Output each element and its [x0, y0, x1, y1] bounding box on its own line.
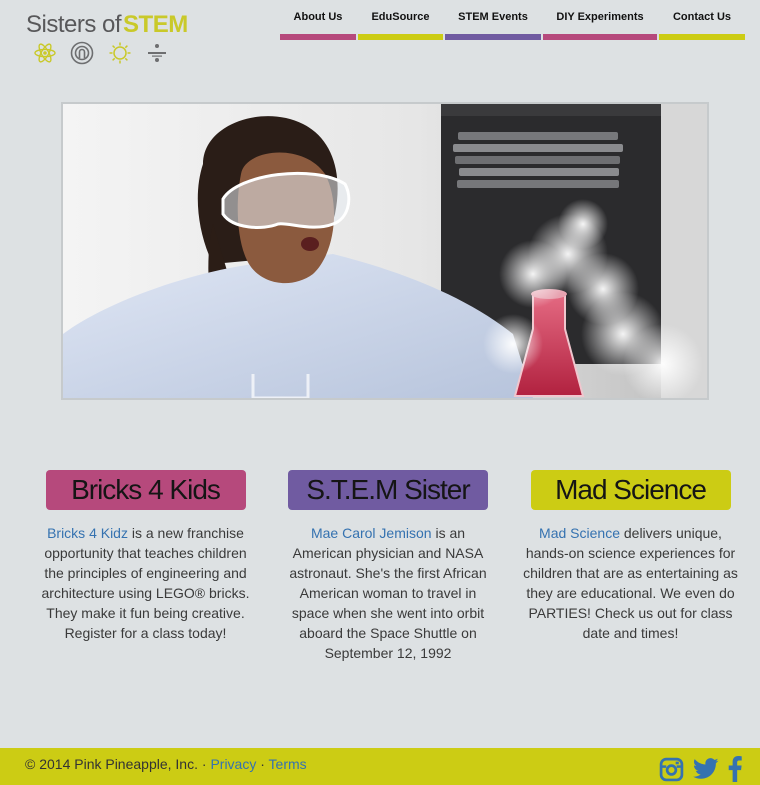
social-links	[659, 756, 742, 782]
card-text-stem-sister: Mae Carol Jemison is an American physici…	[281, 523, 496, 663]
mad-science-link[interactable]: Mad Science	[539, 525, 620, 541]
card-description: is a new franchise opportunity that teac…	[41, 525, 250, 641]
instagram-icon[interactable]	[659, 757, 684, 782]
card-title-mad-science[interactable]: Mad Science	[530, 470, 731, 510]
card-description: is an American physician and NASA astron…	[289, 525, 487, 661]
terms-link[interactable]: Terms	[269, 756, 307, 772]
copyright-text: © 2014 Pink Pineapple, Inc. ·	[25, 756, 211, 772]
card-bricks-4-kids: Bricks 4 Kids Bricks 4 Kidz is a new fra…	[38, 470, 253, 663]
science-circle-icon	[70, 41, 94, 65]
site-footer: © 2014 Pink Pineapple, Inc. · Privacy · …	[0, 748, 760, 785]
bricks-4-kidz-link[interactable]: Bricks 4 Kidz	[47, 525, 128, 541]
card-text-bricks-4-kids: Bricks 4 Kidz is a new franchise opportu…	[38, 523, 253, 643]
facebook-icon[interactable]	[728, 756, 742, 782]
card-description: delivers unique, hands-on science experi…	[523, 525, 738, 641]
card-title-bricks-4-kids[interactable]: Bricks 4 Kids	[45, 470, 246, 510]
atom-icon	[34, 42, 56, 64]
nav-diy-experiments[interactable]: DIY Experiments	[543, 0, 657, 40]
twitter-icon[interactable]	[693, 758, 719, 780]
feature-cards: Bricks 4 Kids Bricks 4 Kidz is a new fra…	[38, 470, 738, 663]
logo-icon-row	[34, 41, 168, 65]
nav-about-us[interactable]: About Us	[280, 0, 356, 40]
nav-contact-us[interactable]: Contact Us	[659, 0, 745, 40]
card-title-stem-sister[interactable]: S.T.E.M Sister	[288, 470, 488, 510]
logo-wordmark: Sisters ofSTEM	[26, 10, 196, 40]
nav-edusource[interactable]: EduSource	[358, 0, 443, 40]
divide-icon	[146, 41, 168, 65]
footer-separator: ·	[256, 756, 269, 772]
card-mad-science: Mad Science Mad Science delivers unique,…	[523, 470, 738, 663]
logo-text-stem: STEM	[123, 11, 188, 38]
nav-stem-events[interactable]: STEM Events	[445, 0, 541, 40]
footer-legal: © 2014 Pink Pineapple, Inc. · Privacy · …	[25, 756, 307, 772]
mae-carol-jemison-link[interactable]: Mae Carol Jemison	[311, 525, 432, 541]
logo-text-sisters: Sisters of	[26, 11, 122, 38]
card-stem-sister: S.T.E.M Sister Mae Carol Jemison is an A…	[281, 470, 496, 663]
main-nav: About Us EduSource STEM Events DIY Exper…	[280, 0, 745, 40]
card-text-mad-science: Mad Science delivers unique, hands-on sc…	[523, 523, 738, 643]
site-logo[interactable]: Sisters ofSTEM	[26, 10, 196, 70]
gear-icon	[108, 41, 132, 65]
privacy-link[interactable]: Privacy	[210, 756, 256, 772]
hero-image	[61, 102, 709, 400]
